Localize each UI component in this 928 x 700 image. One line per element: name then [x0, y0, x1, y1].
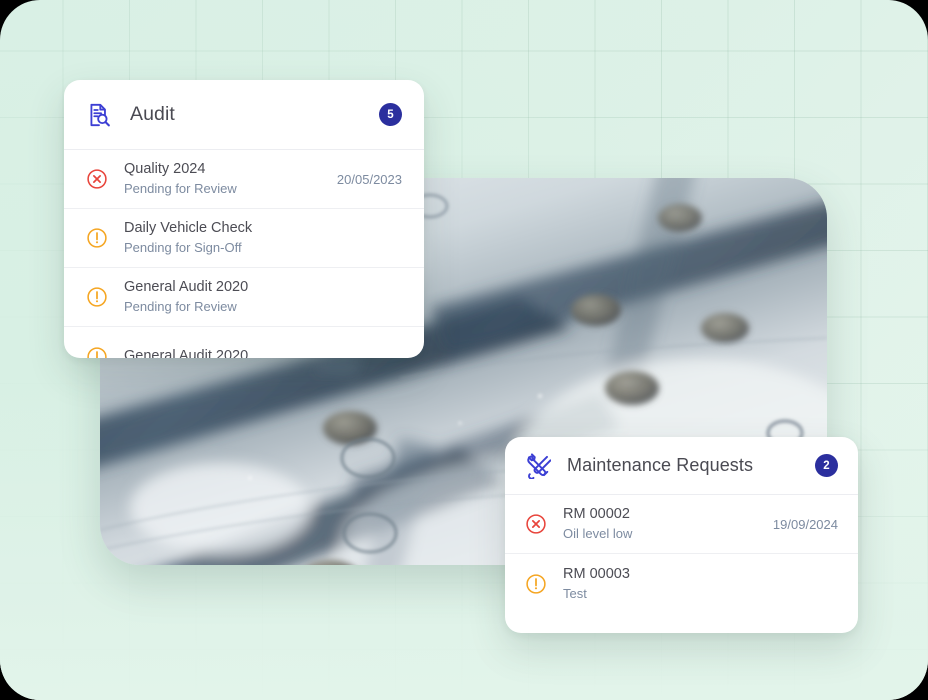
list-item-title: RM 00002	[563, 506, 630, 523]
maintenance-requests-card[interactable]: Maintenance Requests 2 RM 00002 Oil leve…	[505, 437, 858, 633]
list-item-subtitle: Pending for Sign-Off	[124, 240, 242, 255]
audit-card[interactable]: Audit 5 Quality 2024 Pending for Review …	[64, 80, 424, 358]
maintenance-card-header: Maintenance Requests 2	[505, 437, 858, 495]
list-item-title: Daily Vehicle Check	[124, 220, 253, 237]
app-canvas: Audit 5 Quality 2024 Pending for Review …	[0, 0, 928, 700]
maintenance-card-title: Maintenance Requests	[567, 455, 754, 475]
list-item[interactable]: Quality 2024 Pending for Review 20/05/20…	[64, 150, 424, 209]
error-icon	[87, 169, 107, 189]
wrench-screwdriver-icon	[527, 452, 551, 479]
list-item-subtitle: Pending for Review	[124, 181, 237, 196]
list-item-subtitle: Test	[563, 585, 587, 601]
list-item[interactable]: RM 00002 Oil level low 19/09/2024	[505, 495, 858, 554]
error-icon	[526, 514, 546, 534]
warning-icon	[87, 287, 107, 307]
list-item-subtitle: Oil level low	[563, 526, 633, 541]
list-item-title: Quality 2024	[124, 161, 206, 178]
list-item-text: General Audit 2020 Pending for Review	[124, 278, 386, 315]
list-item-date: 19/09/2024	[772, 516, 838, 532]
warning-icon	[87, 346, 107, 358]
list-item[interactable]: RM 00003 Test	[505, 554, 858, 613]
list-item[interactable]: General Audit 2020 Pending for Review	[64, 268, 424, 327]
maintenance-card-badge: 2	[815, 454, 838, 477]
audit-card-header: Audit 5	[64, 80, 424, 150]
list-item[interactable]: Daily Vehicle Check Pending for Sign-Off	[64, 209, 424, 268]
list-item-title: General Audit 2020	[124, 279, 249, 296]
list-item-subtitle: Pending for Review	[124, 299, 237, 314]
list-item-title: RM 00003	[563, 565, 630, 582]
list-item[interactable]: General Audit 2020	[64, 327, 424, 358]
document-search-icon	[90, 103, 110, 126]
list-item-date: 20/05/2023	[336, 171, 402, 187]
list-item-title: General Audit 2020	[124, 347, 249, 358]
list-item-text: Quality 2024 Pending for Review	[124, 160, 321, 197]
list-item-text: General Audit 2020	[124, 347, 386, 358]
audit-card-badge: 5	[379, 103, 402, 126]
list-item-text: RM 00002 Oil level low	[563, 505, 757, 542]
warning-icon	[87, 228, 107, 248]
warning-icon	[526, 573, 546, 594]
list-item-text: Daily Vehicle Check Pending for Sign-Off	[124, 219, 386, 256]
audit-card-title: Audit	[130, 103, 175, 125]
list-item-text: RM 00003 Test	[563, 565, 822, 602]
